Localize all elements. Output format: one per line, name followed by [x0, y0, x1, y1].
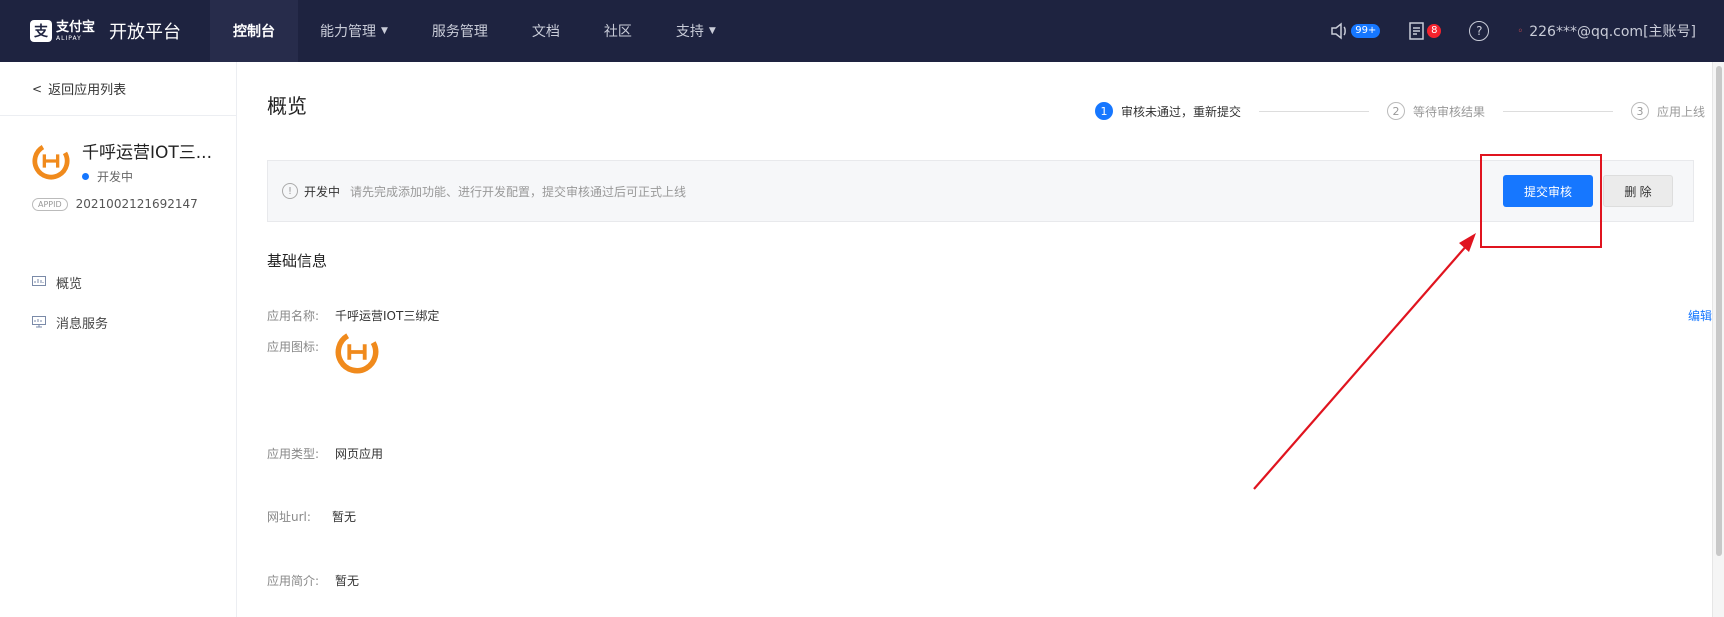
platform-title: 开放平台 [109, 22, 182, 43]
step-label: 等待审核结果 [1413, 104, 1486, 119]
alipay-wordmark-en: ALIPAY [56, 34, 82, 42]
field-url: 网址url: 暂无 [267, 508, 356, 525]
field-label: 应用图标: [267, 340, 320, 354]
help-icon: ? [1469, 21, 1490, 41]
annotation-highlight-box [1480, 154, 1602, 248]
caret-down-icon: ▼ [708, 26, 716, 36]
section-title-basic-info: 基础信息 [267, 252, 328, 270]
user-account-menu[interactable]: ◦ 226***@qq.com[主账号] [1517, 21, 1696, 41]
notice-status: 开发中 [304, 184, 341, 199]
alipay-wordmark-cn: 支付宝 [56, 19, 96, 35]
nav-item-console[interactable]: 控制台 [210, 0, 298, 62]
nav-item-support[interactable]: 支持 ▼ [654, 0, 738, 62]
edit-link[interactable]: 编辑 [1688, 307, 1712, 324]
user-account-label: 226***@qq.com[主账号] [1529, 24, 1696, 40]
app-status: 开发中 [82, 168, 212, 185]
info-icon: ! [282, 183, 298, 199]
speaker-icon [1331, 22, 1347, 40]
step-connector [1259, 110, 1369, 112]
field-value: 暂无 [332, 510, 357, 524]
nav-item-label: 支持 [675, 24, 704, 40]
nav-item-label: 文档 [531, 24, 560, 40]
notification-badge: 99+ [1351, 24, 1381, 38]
nav-item-community[interactable]: 社区 [582, 0, 654, 62]
field-label: 网址url: [267, 510, 311, 524]
appid-tag: APPID [32, 197, 68, 211]
task-list-icon [1409, 22, 1425, 40]
sidebar-item-label: 消息服务 [56, 316, 109, 332]
sidebar: < 返回应用列表 千呼运营IOT三... 开发中 APPID 202100212… [0, 62, 237, 617]
appid-value: 2021002121692147 [75, 197, 198, 211]
step-label: 审核未通过，重新提交 [1121, 104, 1242, 119]
help-button[interactable]: ? [1469, 21, 1490, 41]
step-2: 2 等待审核结果 [1387, 102, 1485, 120]
main-content: 概览 1 审核未通过，重新提交 2 等待审核结果 3 应用上线 ! 开发中 请先… [237, 62, 1712, 617]
step-connector [1503, 110, 1613, 112]
nav-item-label: 能力管理 [320, 24, 376, 40]
task-button[interactable]: 8 [1408, 21, 1442, 41]
nav-item-label: 服务管理 [431, 24, 488, 40]
back-link-label: 返回应用列表 [48, 83, 127, 98]
scrollbar-thumb[interactable] [1716, 66, 1722, 556]
sidebar-item-message-service[interactable]: 消息服务 [0, 302, 236, 342]
field-label: 应用类型: [267, 447, 320, 461]
step-label: 应用上线 [1657, 104, 1706, 119]
field-value: 网页应用 [335, 447, 384, 461]
scrollbar[interactable] [1712, 62, 1724, 617]
app-name: 千呼运营IOT三... [82, 143, 212, 163]
field-app-name: 应用名称: 千呼运营IOT三绑定 [267, 307, 439, 324]
alipay-logo-icon: 支 [30, 20, 52, 42]
task-badge: 8 [1427, 24, 1442, 38]
monitor-icon [32, 316, 46, 328]
caret-down-icon: ▼ [381, 26, 388, 36]
app-logo-icon [335, 330, 379, 374]
nav-right-tools: 99+ 8 ? ◦ 226***@qq.com[主账号] [1302, 0, 1696, 62]
user-avatar-icon: ◦ [1517, 25, 1524, 37]
field-app-icon: 应用图标: [267, 330, 379, 374]
field-value: 暂无 [335, 574, 360, 588]
step-number: 2 [1387, 102, 1405, 120]
review-steps: 1 审核未通过，重新提交 2 等待审核结果 3 应用上线 [1095, 100, 1705, 122]
status-dot-icon [82, 173, 89, 180]
chevron-left-icon: < [32, 81, 43, 96]
nav-item-docs[interactable]: 文档 [510, 0, 582, 62]
field-value: 千呼运营IOT三绑定 [335, 309, 440, 323]
step-3: 3 应用上线 [1631, 102, 1705, 120]
delete-button[interactable]: 删 除 [1603, 175, 1673, 207]
step-1: 1 审核未通过，重新提交 [1095, 102, 1241, 120]
nav-item-label: 控制台 [233, 24, 275, 40]
notification-button[interactable]: 99+ [1330, 22, 1381, 40]
app-info-card: 千呼运营IOT三... 开发中 APPID 2021002121692147 [0, 116, 236, 262]
nav-item-service[interactable]: 服务管理 [410, 0, 510, 62]
chart-icon [32, 276, 46, 286]
nav-item-label: 社区 [603, 24, 632, 40]
field-label: 应用简介: [267, 574, 320, 588]
sidebar-item-overview[interactable]: 概览 [0, 262, 236, 302]
notice-text: 请先完成添加功能、进行开发配置，提交审核通过后可正式上线 [350, 184, 687, 199]
app-status-label: 开发中 [97, 170, 134, 184]
appid-row: APPID 2021002121692147 [32, 197, 216, 211]
nav-item-capability[interactable]: 能力管理 ▼ [298, 0, 410, 62]
field-label: 应用名称: [267, 309, 320, 323]
page-title: 概览 [267, 94, 307, 118]
field-app-type: 应用类型: 网页应用 [267, 445, 383, 462]
sidebar-item-label: 概览 [56, 276, 83, 292]
app-logo-icon [32, 142, 70, 180]
nav-menu: 控制台 能力管理 ▼ 服务管理 文档 社区 支持 ▼ [210, 0, 738, 62]
alipay-wordmark: 支付宝 ALIPAY [56, 21, 95, 42]
brand[interactable]: 支 支付宝 ALIPAY 开放平台 [0, 0, 210, 62]
field-app-intro: 应用简介: 暂无 [267, 572, 359, 589]
top-navbar: 支 支付宝 ALIPAY 开放平台 控制台 能力管理 ▼ 服务管理 文档 社区 支… [0, 0, 1724, 62]
step-number: 1 [1095, 102, 1113, 120]
step-number: 3 [1631, 102, 1649, 120]
back-to-app-list-link[interactable]: < 返回应用列表 [0, 62, 236, 116]
